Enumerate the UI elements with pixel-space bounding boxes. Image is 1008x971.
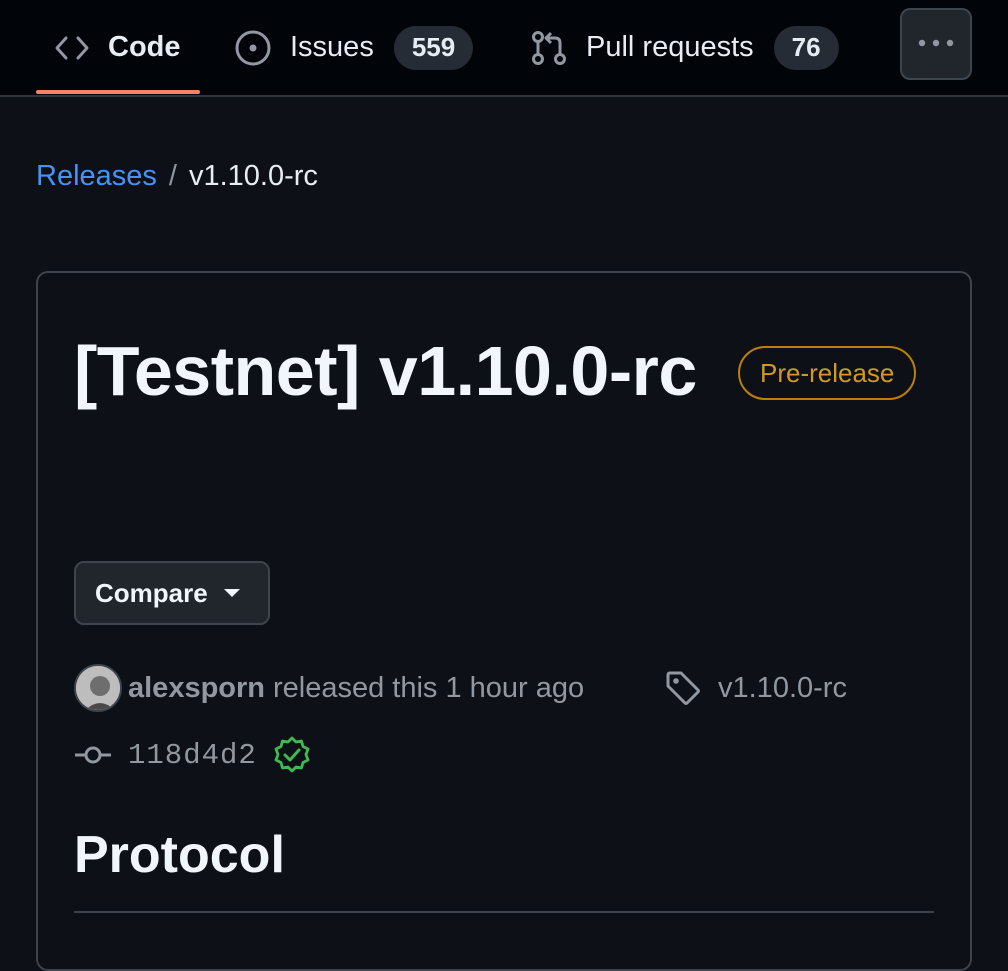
breadcrumb-separator: / (168, 159, 177, 192)
breadcrumb-current: v1.10.0-rc (188, 159, 318, 192)
author-avatar[interactable] (74, 664, 122, 712)
compare-button-label: Compare (95, 577, 208, 608)
issue-opened-icon (234, 29, 272, 67)
release-title: [Testnet] v1.10.0-rc (74, 332, 697, 410)
released-time-text: released this 1 hour ago (273, 671, 585, 704)
code-icon (52, 28, 92, 68)
heading-divider (74, 911, 934, 913)
triangle-down-icon (222, 587, 242, 599)
release-notes-heading: Protocol (74, 826, 285, 884)
tag-icon (664, 669, 702, 707)
tab-issues-label: Issues (290, 31, 374, 63)
compare-button[interactable]: Compare (74, 561, 270, 625)
more-menu-button[interactable] (900, 8, 972, 80)
kebab-horizontal-icon (916, 35, 956, 53)
tab-issues[interactable]: Issues 559 (234, 0, 474, 95)
breadcrumb: Releases / v1.10.0-rc (36, 156, 318, 196)
author-link[interactable]: alexsporn (128, 672, 265, 705)
repo-navigation: Code Issues 559 Pull requests 76 (0, 0, 1008, 97)
pre-release-badge: Pre-release (738, 346, 917, 400)
tab-code[interactable]: Code (52, 0, 181, 95)
pull-requests-count: 76 (773, 25, 839, 70)
release-card: [Testnet] v1.10.0-rc Pre-release Compare… (36, 271, 972, 971)
breadcrumb-releases-link[interactable]: Releases (36, 160, 157, 193)
release-tag[interactable]: v1.10.0-rc (664, 663, 847, 713)
release-commit: 118d4d2 (74, 731, 311, 779)
tab-code-label: Code (108, 31, 181, 63)
issues-count: 559 (393, 25, 474, 70)
git-commit-icon (74, 736, 112, 774)
tab-pull-requests[interactable]: Pull requests 76 (530, 0, 839, 95)
tag-name: v1.10.0-rc (718, 671, 847, 704)
commit-sha-link[interactable]: 118d4d2 (128, 739, 257, 772)
release-meta: alexsporn released this 1 hour ago (74, 663, 584, 713)
verified-icon[interactable] (273, 736, 311, 774)
tab-pull-requests-label: Pull requests (586, 31, 754, 63)
selected-tab-indicator (36, 90, 200, 94)
git-pull-request-icon (530, 29, 568, 67)
